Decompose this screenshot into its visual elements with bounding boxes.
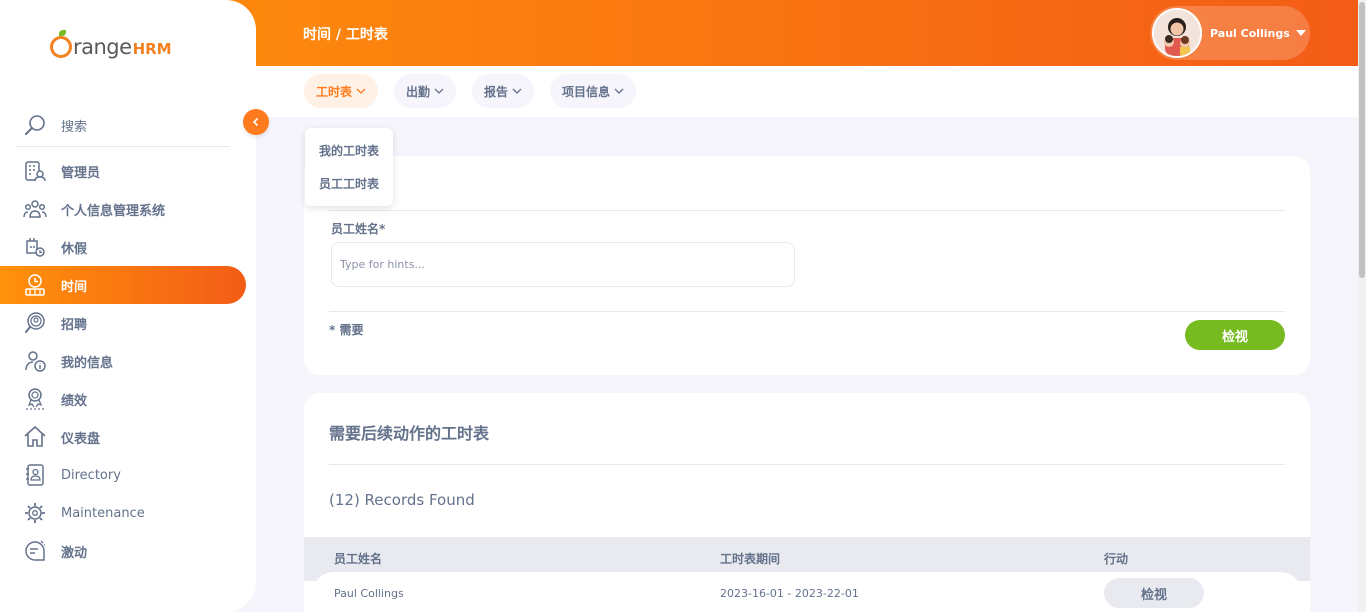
pim-icon [23,197,47,221]
pending-timesheets-card: 需要后续动作的工时表 (12) Records Found 员工姓名 工时表期间… [304,393,1310,612]
chevron-down-icon [434,88,444,94]
tab-project-info[interactable]: 项目信息 [550,74,637,108]
sidebar-item-performance[interactable]: 绩效 [0,380,246,418]
sidebar-search[interactable]: 搜索 [16,104,230,147]
chevron-down-icon [512,88,522,94]
sidebar-item-label: 激动 [61,545,88,561]
leave-icon [23,235,47,259]
sidebar-item-label: 时间 [61,279,88,295]
tab-reports[interactable]: 报告 [472,74,535,108]
employee-name-input[interactable] [331,242,795,287]
avatar [1152,8,1202,58]
sidebar-item-dashboard[interactable]: 仪表盘 [0,418,246,456]
card-title: 需要后续动作的工时表 [329,424,490,443]
performance-icon [23,387,47,411]
chevron-down-icon [614,88,624,94]
records-count: (12) Records Found [329,491,475,509]
maintenance-icon [23,501,47,525]
sidebar-item-recruitment[interactable]: 招聘 [0,304,246,342]
view-button[interactable]: 检视 [1185,320,1285,350]
time-icon [23,273,47,297]
breadcrumb: 时间 / 工时表 [303,27,388,43]
timesheets-dropdown-menu: 我的工时表 员工工时表 [305,128,393,206]
my-info-icon [23,349,47,373]
cell-timesheet-period: 2023-16-01 - 2023-22-01 [720,587,859,600]
buzz-icon [23,539,47,563]
logo-text-hrm: HRM [132,40,172,58]
user-name: Paul Collings [1210,26,1290,40]
column-header-actions: 行动 [1104,552,1129,566]
table-row[interactable]: Paul Collings 2023-16-01 - 2023-22-01 检视 [312,572,1302,612]
divider [329,210,1285,211]
select-employee-card: 员工姓名* * 需要 检视 [304,156,1310,375]
sidebar-item-label: 仪表盘 [61,431,101,447]
divider [329,464,1285,465]
logo-text: range [73,35,132,59]
sidebar-item-label: Directory [61,467,121,483]
cell-employee-name: Paul Collings [334,587,404,600]
sidebar-item-label: 我的信息 [61,355,114,371]
sidebar-item-leave[interactable]: 休假 [0,228,246,266]
logo-orange-icon [50,30,72,58]
chevron-down-icon [356,88,366,94]
sidebar-item-label: 绩效 [61,393,88,409]
sidebar-item-admin[interactable]: 管理员 [0,152,246,190]
tab-reports-label: 报告 [484,84,509,99]
orangehrm-logo[interactable]: range HRM [50,30,172,66]
scrollbar-thumb[interactable] [1359,2,1365,278]
sidebar-item-my-info[interactable]: 我的信息 [0,342,246,380]
sidebar-item-label: 招聘 [61,317,88,333]
tab-attendance[interactable]: 出勤 [394,74,457,108]
sidebar-collapse-button[interactable] [243,109,269,135]
sidebar-search-label: 搜索 [61,119,88,135]
tab-timesheets[interactable]: 工时表 [304,74,379,108]
sidebar-menu: 管理员 个人信息管理系统 休假 时间 招聘 我的信息 绩效 仪表盘 Direct… [0,152,256,570]
sidebar-item-pim[interactable]: 个人信息管理系统 [0,190,246,228]
sidebar: range HRM 搜索 管理员 个人信息管理系统 休假 时间 招聘 我的信息 … [0,0,256,612]
caret-down-icon [1295,30,1306,36]
sidebar-item-directory[interactable]: Directory [0,456,246,494]
employee-name-label: 员工姓名* [331,222,386,236]
sidebar-item-time[interactable]: 时间 [0,266,246,304]
row-view-button[interactable]: 检视 [1104,578,1204,608]
recruitment-icon [23,311,47,335]
sidebar-item-label: 个人信息管理系统 [61,203,166,219]
menu-item-employee-timesheets[interactable]: 员工工时表 [305,175,393,208]
directory-icon [23,463,47,487]
sidebar-item-label: 休假 [61,241,88,257]
column-header-timesheet-period[interactable]: 工时表期间 [720,550,780,567]
search-icon [25,115,45,135]
sidebar-item-label: 管理员 [61,165,101,181]
chevron-left-icon [252,117,259,127]
admin-icon [23,159,47,183]
sidebar-item-buzz[interactable]: 激动 [0,532,246,570]
dashboard-icon [23,425,47,449]
required-note: * 需要 [329,323,364,337]
menu-item-my-timesheets[interactable]: 我的工时表 [305,142,393,175]
tab-timesheets-label: 工时表 [316,84,353,99]
tab-attendance-label: 出勤 [406,84,431,99]
user-dropdown[interactable]: Paul Collings [1150,6,1310,60]
tab-project-info-label: 项目信息 [562,84,611,99]
sidebar-item-maintenance[interactable]: Maintenance [0,494,246,532]
sidebar-item-label: Maintenance [61,505,145,521]
column-header-employee-name[interactable]: 员工姓名 [334,550,382,567]
divider [329,311,1285,312]
